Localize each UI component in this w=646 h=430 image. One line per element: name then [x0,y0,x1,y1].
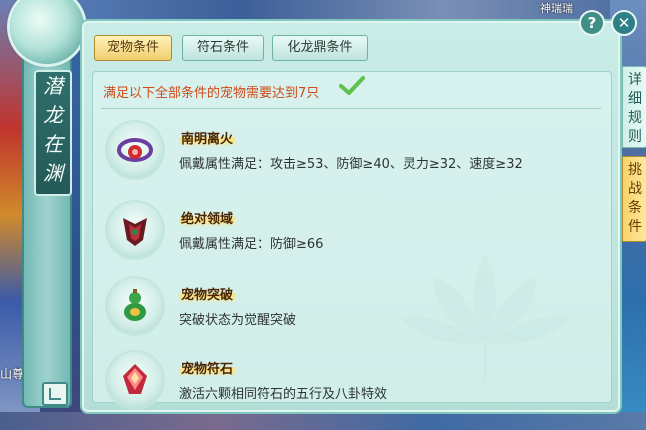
edit-note-icon[interactable] [42,382,68,406]
green-gourd-icon [107,278,163,334]
side-tab-char: 详 [628,72,642,88]
checkmark-icon [339,76,365,95]
condition-item: 宠物符石 激活六颗相同符石的五行及八卦特效 [107,352,597,416]
condition-description: 佩戴属性满足：攻击≥53、防御≥40、灵力≥32、速度≥32 [179,157,523,172]
tab-detailed-rules[interactable]: 详 细 规 则 [622,66,646,148]
red-gem-ring-icon [107,122,163,178]
condition-description: 激活六颗相同符石的五行及八卦特效 [179,387,388,402]
side-tab-char: 细 [628,91,642,107]
side-tab-char: 则 [628,129,642,145]
tab-pet-conditions[interactable]: 宠物条件 [94,35,172,61]
requirement-text: 满足以下全部条件的宠物需要达到7只 [103,86,320,101]
title-char: 潜 [43,74,63,98]
condition-description: 佩戴属性满足：防御≥66 [179,237,324,252]
dungeon-title: 潜 龙 在 渊 [34,70,72,196]
title-char: 在 [43,132,63,156]
title-char: 渊 [43,161,63,185]
condition-name: 宠物突破 [179,284,236,303]
side-tab-char: 规 [628,110,642,126]
condition-name: 绝对领域 [179,208,236,227]
side-tab-char: 战 [628,181,642,197]
condition-item: 宠物突破 突破状态为觉醒突破 [107,278,597,342]
condition-item: 绝对领域 佩戴属性满足：防御≥66 [107,202,597,266]
condition-item: 南明离火 佩戴属性满足：攻击≥53、防御≥40、灵力≥32、速度≥32 [107,122,597,186]
side-tab-char: 挑 [628,162,642,178]
condition-description: 突破状态为觉醒突破 [179,313,297,328]
close-button[interactable]: ✕ [611,10,637,36]
divider [101,108,601,109]
tab-dragon-cauldron-conditions[interactable]: 化龙鼎条件 [272,35,368,61]
scene-label-top: 神瑞瑞 [540,2,573,15]
side-tab-char: 件 [628,219,642,235]
tab-challenge-conditions[interactable]: 挑 战 条 件 [622,156,646,242]
condition-name: 南明离火 [179,128,236,147]
challenge-conditions-panel: 宠物条件 符石条件 化龙鼎条件 满足以下全部条件的宠物需要达到7只 南明离火 佩… [80,19,622,414]
condition-name: 宠物符石 [179,358,236,377]
red-rune-crystal-icon [107,352,163,408]
title-char: 龙 [43,103,63,127]
dark-red-armor-icon [107,202,163,258]
side-tab-char: 条 [628,200,642,216]
help-button[interactable]: ? [579,10,605,36]
tab-rune-conditions[interactable]: 符石条件 [182,35,264,61]
conditions-content: 满足以下全部条件的宠物需要达到7只 南明离火 佩戴属性满足：攻击≥53、防御≥4… [92,71,612,408]
